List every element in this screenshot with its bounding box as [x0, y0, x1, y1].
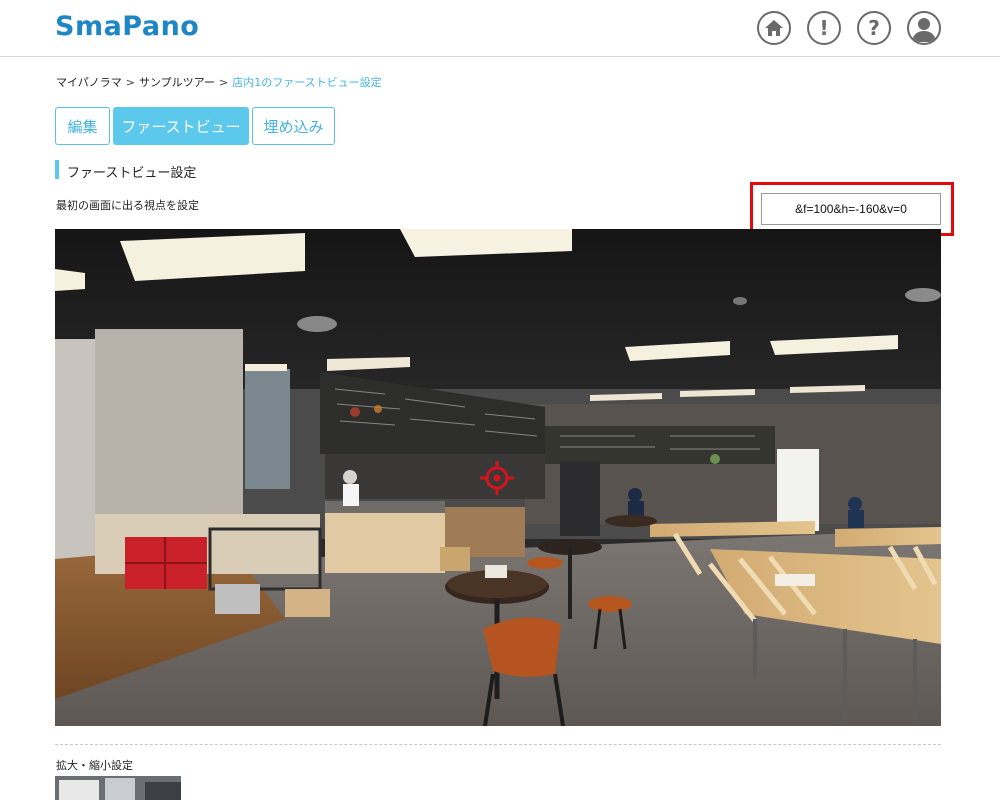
app-header: SmaPano ! ?	[0, 0, 1000, 57]
home-icon[interactable]	[757, 11, 791, 45]
app-logo[interactable]: SmaPano	[55, 11, 199, 42]
user-icon[interactable]	[907, 11, 941, 45]
question-icon[interactable]: ?	[857, 11, 891, 45]
tab-embed[interactable]: 埋め込み	[252, 107, 335, 145]
breadcrumb-sample-tour[interactable]: サンプルツアー	[139, 76, 215, 89]
section-description: 最初の画面に出る視点を設定	[56, 199, 199, 212]
breadcrumb-current: 店内1のファーストビュー設定	[232, 76, 382, 89]
section-title: ファーストビュー設定	[67, 166, 197, 181]
zoom-settings-title: 拡大・縮小設定	[56, 759, 133, 772]
zoom-preview-thumbnail[interactable]	[55, 776, 181, 800]
panorama-image	[55, 229, 941, 726]
exclamation-icon[interactable]: !	[807, 11, 841, 45]
breadcrumb-separator: >	[219, 76, 229, 89]
panorama-viewer[interactable]	[55, 229, 941, 726]
tab-edit[interactable]: 編集	[55, 107, 110, 145]
tab-first-view[interactable]: ファーストビュー	[113, 107, 249, 145]
breadcrumb-my-panorama[interactable]: マイパノラマ	[56, 76, 122, 89]
breadcrumb-separator: >	[125, 76, 135, 89]
section-divider	[55, 744, 941, 745]
breadcrumb: マイパノラマ > サンプルツアー > 店内1のファーストビュー設定	[56, 74, 382, 90]
question-glyph: ?	[868, 16, 880, 40]
first-view-param-field[interactable]: &f=100&h=-160&v=0	[761, 193, 941, 225]
section-accent-bar	[55, 160, 59, 179]
exclamation-glyph: !	[819, 16, 829, 40]
